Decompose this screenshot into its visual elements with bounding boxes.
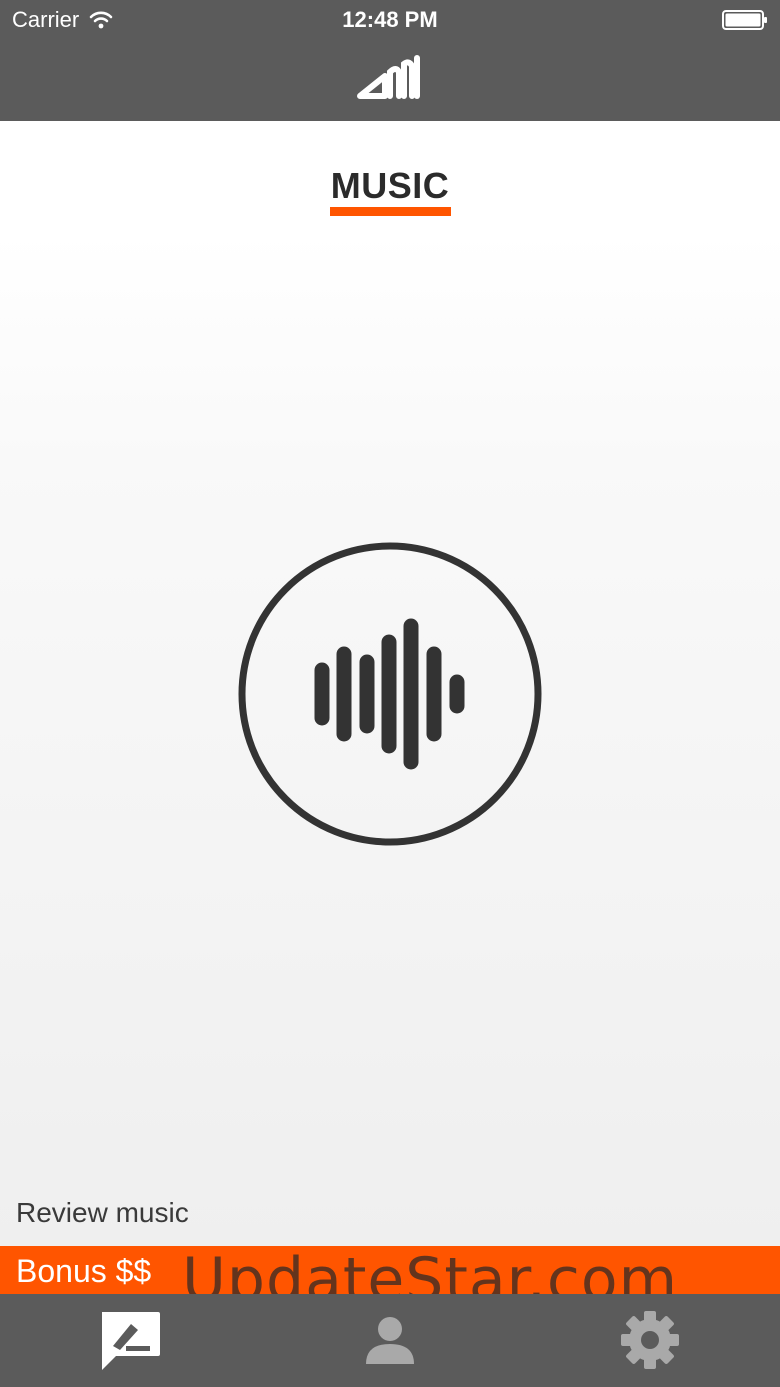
tab-settings[interactable] <box>520 1294 780 1387</box>
tab-active-indicator <box>330 207 451 216</box>
tab-music[interactable]: MUSIC <box>0 165 780 207</box>
settings-icon <box>621 1311 679 1369</box>
soundwave-icon <box>314 618 465 770</box>
profile-icon <box>366 1317 414 1364</box>
bonus-label: Bonus $$ <box>16 1253 152 1289</box>
listen-button[interactable] <box>238 542 542 846</box>
battery-icon <box>722 10 767 30</box>
bonus-banner[interactable]: Bonus $$ <box>0 1246 780 1294</box>
tab-profile[interactable] <box>260 1294 520 1387</box>
tab-review[interactable] <box>0 1294 260 1387</box>
app-logo-icon <box>357 55 420 99</box>
status-bar: Carrier 12:48 PM <box>0 0 780 40</box>
main-content: MUSIC Review music <box>0 121 780 1246</box>
status-time: 12:48 PM <box>342 7 438 32</box>
tab-bar <box>0 1294 780 1387</box>
review-music-label: Review music <box>16 1197 189 1228</box>
nav-bar <box>0 40 780 121</box>
review-icon <box>102 1312 160 1370</box>
